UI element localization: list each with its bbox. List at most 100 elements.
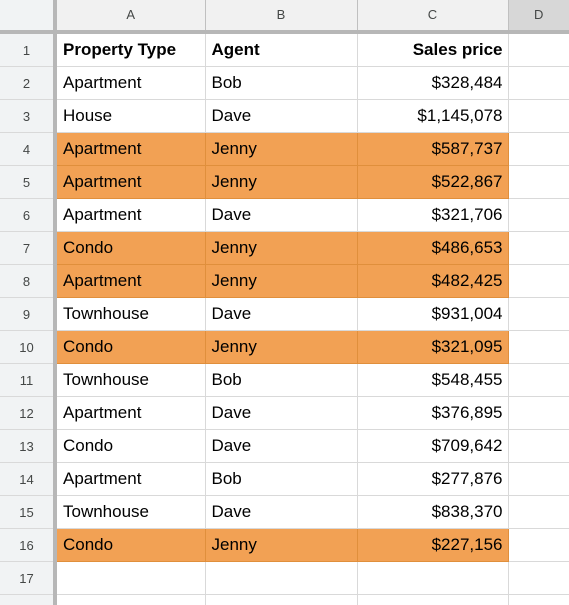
row-header-5[interactable]: 5 [0,165,57,199]
cell-a3-property-type[interactable]: House [55,99,206,133]
cell-c6-sales-price[interactable]: $321,706 [357,198,509,232]
table-row: 18 [0,594,569,605]
row-header-18[interactable]: 18 [0,594,57,605]
cell-b2-agent[interactable]: Bob [205,66,358,100]
cell-b3-agent[interactable]: Dave [205,99,358,133]
cell-b18-agent[interactable] [205,594,358,605]
cell-c3-sales-price[interactable]: $1,145,078 [357,99,509,133]
cell-d18[interactable] [508,594,569,605]
cell-b10-agent[interactable]: Jenny [205,330,358,364]
column-header-d[interactable]: D [508,0,569,34]
row-header-12[interactable]: 12 [0,396,57,430]
cell-a6-property-type[interactable]: Apartment [55,198,206,232]
row-header-4[interactable]: 4 [0,132,57,166]
row-header-2[interactable]: 2 [0,66,57,100]
row-header-15[interactable]: 15 [0,495,57,529]
cell-d9[interactable] [508,297,569,331]
cell-d5[interactable] [508,165,569,199]
column-header-b[interactable]: B [205,0,358,34]
cell-c7-sales-price[interactable]: $486,653 [357,231,509,265]
cell-b17-agent[interactable] [205,561,358,595]
cell-d10[interactable] [508,330,569,364]
cell-a17-property-type[interactable] [55,561,206,595]
cell-b6-agent[interactable]: Dave [205,198,358,232]
cell-d2[interactable] [508,66,569,100]
cell-b15-agent[interactable]: Dave [205,495,358,529]
cell-d7[interactable] [508,231,569,265]
cell-a15-property-type[interactable]: Townhouse [55,495,206,529]
row-header-17[interactable]: 17 [0,561,57,595]
column-header-a[interactable]: A [55,0,206,34]
row-header-14[interactable]: 14 [0,462,57,496]
cell-c15-sales-price[interactable]: $838,370 [357,495,509,529]
cell-c9-sales-price[interactable]: $931,004 [357,297,509,331]
cell-a8-property-type[interactable]: Apartment [55,264,206,298]
cell-b16-agent[interactable]: Jenny [205,528,358,562]
cell-b9-agent[interactable]: Dave [205,297,358,331]
cell-d3[interactable] [508,99,569,133]
row-header-3[interactable]: 3 [0,99,57,133]
cell-c13-sales-price[interactable]: $709,642 [357,429,509,463]
row-header-10[interactable]: 10 [0,330,57,364]
cell-d16[interactable] [508,528,569,562]
cell-a2-property-type[interactable]: Apartment [55,66,206,100]
cell-a7-property-type[interactable]: Condo [55,231,206,265]
row-header-7[interactable]: 7 [0,231,57,265]
table-row: 17 [0,561,569,595]
cell-d15[interactable] [508,495,569,529]
cell-a1-property-type-header[interactable]: Property Type [55,32,206,67]
cell-b8-agent[interactable]: Jenny [205,264,358,298]
table-row: 3 House Dave $1,145,078 [0,99,569,133]
cell-c11-sales-price[interactable]: $548,455 [357,363,509,397]
cell-c18-sales-price[interactable] [357,594,509,605]
row-header-6[interactable]: 6 [0,198,57,232]
cell-a12-property-type[interactable]: Apartment [55,396,206,430]
cell-b7-agent[interactable]: Jenny [205,231,358,265]
cell-b14-agent[interactable]: Bob [205,462,358,496]
cell-c8-sales-price[interactable]: $482,425 [357,264,509,298]
cell-d6[interactable] [508,198,569,232]
cell-a10-property-type[interactable]: Condo [55,330,206,364]
cell-a16-property-type[interactable]: Condo [55,528,206,562]
cell-d4[interactable] [508,132,569,166]
cell-b4-agent[interactable]: Jenny [205,132,358,166]
cell-b5-agent[interactable]: Jenny [205,165,358,199]
cell-d14[interactable] [508,462,569,496]
cell-d8[interactable] [508,264,569,298]
cell-a9-property-type[interactable]: Townhouse [55,297,206,331]
cell-c16-sales-price[interactable]: $227,156 [357,528,509,562]
cell-a13-property-type[interactable]: Condo [55,429,206,463]
cell-c5-sales-price[interactable]: $522,867 [357,165,509,199]
row-header-13[interactable]: 13 [0,429,57,463]
cell-a4-property-type[interactable]: Apartment [55,132,206,166]
cell-c14-sales-price[interactable]: $277,876 [357,462,509,496]
cell-d12[interactable] [508,396,569,430]
row-header-8[interactable]: 8 [0,264,57,298]
cell-d17[interactable] [508,561,569,595]
row-header-11[interactable]: 11 [0,363,57,397]
cell-a11-property-type[interactable]: Townhouse [55,363,206,397]
cell-c2-sales-price[interactable]: $328,484 [357,66,509,100]
cell-d11[interactable] [508,363,569,397]
select-all-corner[interactable] [0,0,57,34]
spreadsheet-grid: A B C D 1 Property Type Agent Sales price 2 A… [0,0,569,605]
column-header-c[interactable]: C [357,0,509,34]
row-header-1[interactable]: 1 [0,32,57,67]
cell-c10-sales-price[interactable]: $321,095 [357,330,509,364]
cell-a14-property-type[interactable]: Apartment [55,462,206,496]
cell-b13-agent[interactable]: Dave [205,429,358,463]
cell-b12-agent[interactable]: Dave [205,396,358,430]
cell-c1-sales-price-header[interactable]: Sales price [357,32,509,67]
cell-c4-sales-price[interactable]: $587,737 [357,132,509,166]
cell-c12-sales-price[interactable]: $376,895 [357,396,509,430]
cell-a18-property-type[interactable] [55,594,206,605]
cell-c17-sales-price[interactable] [357,561,509,595]
cell-d13[interactable] [508,429,569,463]
row-header-9[interactable]: 9 [0,297,57,331]
cell-a5-property-type[interactable]: Apartment [55,165,206,199]
cell-b11-agent[interactable]: Bob [205,363,358,397]
row-header-16[interactable]: 16 [0,528,57,562]
cell-b1-agent-header[interactable]: Agent [205,32,358,67]
column-header-row-group: A B C D [0,0,569,34]
cell-d1[interactable] [508,32,569,67]
